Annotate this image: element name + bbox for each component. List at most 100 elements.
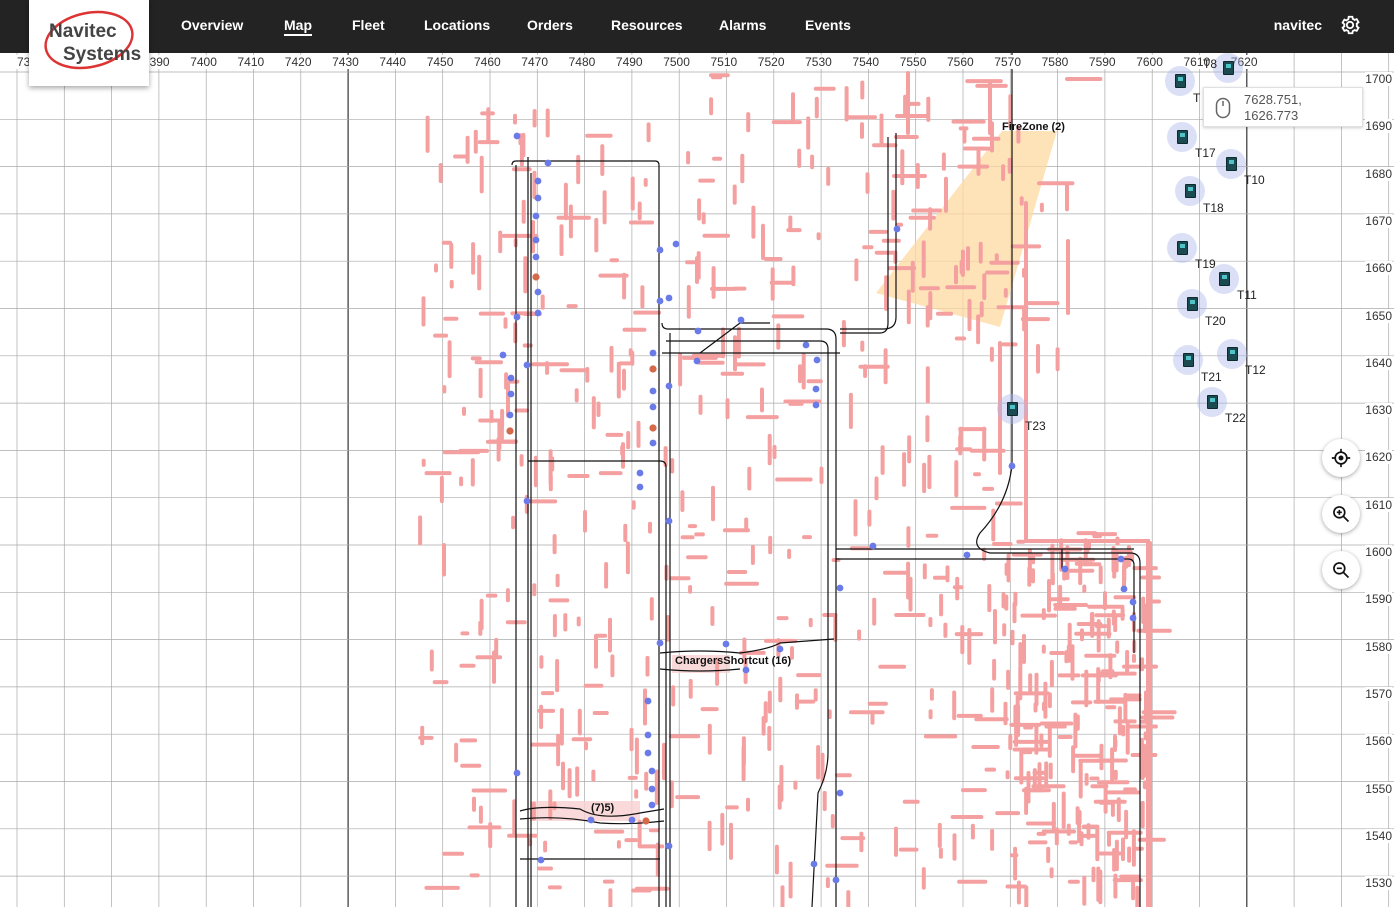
vehicle-marker[interactable] xyxy=(1167,122,1197,152)
waypoint-node[interactable] xyxy=(893,225,901,233)
waypoint-node[interactable] xyxy=(544,159,552,167)
waypoint-node[interactable] xyxy=(507,374,515,382)
waypoint-node[interactable] xyxy=(737,316,745,324)
vehicle-marker[interactable] xyxy=(1167,233,1197,263)
waypoint-node[interactable] xyxy=(1117,555,1125,563)
waypoint-node[interactable] xyxy=(836,789,844,797)
nav-locations[interactable]: Locations xyxy=(424,17,490,33)
nav-fleet[interactable]: Fleet xyxy=(352,17,385,33)
waypoint-node[interactable] xyxy=(644,697,652,705)
nav-events[interactable]: Events xyxy=(805,17,851,33)
waypoint-node[interactable] xyxy=(665,294,673,302)
waypoint-node[interactable] xyxy=(513,132,521,140)
waypoint-node[interactable] xyxy=(656,639,664,647)
vehicle-marker[interactable] xyxy=(1217,339,1247,369)
waypoint-node[interactable] xyxy=(832,876,840,884)
vehicle-marker[interactable] xyxy=(1197,387,1227,417)
x-tick-label: 7410 xyxy=(236,55,266,69)
waypoint-node[interactable] xyxy=(534,177,542,185)
waypoint-node[interactable] xyxy=(499,351,507,359)
vehicle-marker[interactable] xyxy=(1177,289,1207,319)
waypoint-node[interactable] xyxy=(523,497,531,505)
facility-map[interactable]: 7373707380739074007410742074307440745074… xyxy=(0,53,1394,907)
waypoint-node[interactable] xyxy=(523,361,531,369)
charger-node[interactable] xyxy=(506,427,514,435)
waypoint-node[interactable] xyxy=(836,584,844,592)
waypoint-node[interactable] xyxy=(1120,585,1128,593)
waypoint-node[interactable] xyxy=(649,403,657,411)
vehicle-marker[interactable] xyxy=(1173,345,1203,375)
waypoint-node[interactable] xyxy=(665,382,673,390)
waypoint-node[interactable] xyxy=(649,349,657,357)
waypoint-node[interactable] xyxy=(656,246,664,254)
waypoint-node[interactable] xyxy=(532,253,540,261)
waypoint-node[interactable] xyxy=(513,769,521,777)
waypoint-node[interactable] xyxy=(532,212,540,220)
waypoint-node[interactable] xyxy=(507,390,515,398)
navitec-logo[interactable]: Navitec Systems xyxy=(29,0,149,86)
vehicle-marker[interactable] xyxy=(1175,176,1205,206)
waypoint-node[interactable] xyxy=(810,860,818,868)
waypoint-node[interactable] xyxy=(1061,565,1069,573)
x-tick-label: 7490 xyxy=(614,55,644,69)
waypoint-node[interactable] xyxy=(649,439,657,447)
zone-label-charger-group[interactable]: (7)5) xyxy=(591,802,614,814)
waypoint-node[interactable] xyxy=(1129,598,1137,606)
waypoint-node[interactable] xyxy=(742,666,750,674)
waypoint-node[interactable] xyxy=(693,357,701,365)
waypoint-node[interactable] xyxy=(537,856,545,864)
waypoint-node[interactable] xyxy=(587,816,595,824)
charger-node[interactable] xyxy=(649,424,657,432)
nav-resources[interactable]: Resources xyxy=(611,17,683,33)
waypoint-node[interactable] xyxy=(636,483,644,491)
waypoint-node[interactable] xyxy=(1129,614,1137,622)
waypoint-node[interactable] xyxy=(812,401,820,409)
waypoint-node[interactable] xyxy=(813,356,821,364)
vehicle-marker[interactable] xyxy=(1216,149,1246,179)
waypoint-node[interactable] xyxy=(665,842,673,850)
waypoint-node[interactable] xyxy=(812,385,820,393)
waypoint-node[interactable] xyxy=(776,645,784,653)
vehicle-marker[interactable] xyxy=(1209,264,1239,294)
waypoint-node[interactable] xyxy=(648,785,656,793)
waypoint-node[interactable] xyxy=(672,240,680,248)
waypoint-node[interactable] xyxy=(644,749,652,757)
user-name[interactable]: navitec xyxy=(1274,17,1322,33)
waypoint-node[interactable] xyxy=(649,387,657,395)
waypoint-node[interactable] xyxy=(802,341,810,349)
waypoint-node[interactable] xyxy=(694,327,702,335)
waypoint-node[interactable] xyxy=(656,297,664,305)
waypoint-node[interactable] xyxy=(648,767,656,775)
nav-alarms[interactable]: Alarms xyxy=(719,17,766,33)
waypoint-node[interactable] xyxy=(869,542,877,550)
nav-overview[interactable]: Overview xyxy=(181,17,243,33)
waypoint-node[interactable] xyxy=(534,309,542,317)
zone-label-chargers-shortcut[interactable]: ChargersShortcut (16) xyxy=(675,655,791,667)
nav-map[interactable]: Map xyxy=(284,17,312,36)
waypoint-node[interactable] xyxy=(513,313,521,321)
vehicle-marker[interactable] xyxy=(997,394,1027,424)
waypoint-node[interactable] xyxy=(644,731,652,739)
waypoint-node[interactable] xyxy=(636,469,644,477)
vehicle-marker[interactable] xyxy=(1165,66,1195,96)
waypoint-node[interactable] xyxy=(665,517,673,525)
zone-label-firezone[interactable]: FireZone (2) xyxy=(1002,121,1065,133)
charger-node[interactable] xyxy=(642,817,650,825)
waypoint-node[interactable] xyxy=(648,801,656,809)
waypoint-node[interactable] xyxy=(532,236,540,244)
nav-orders[interactable]: Orders xyxy=(527,17,573,33)
gear-icon[interactable] xyxy=(1339,14,1361,36)
waypoint-node[interactable] xyxy=(506,411,514,419)
waypoint-node[interactable] xyxy=(722,640,730,648)
charger-node[interactable] xyxy=(532,273,540,281)
waypoint-node[interactable] xyxy=(628,816,636,824)
waypoint-node[interactable] xyxy=(534,288,542,296)
charger-node[interactable] xyxy=(649,365,657,373)
waypoint-node[interactable] xyxy=(963,551,971,559)
zoom-out-button[interactable] xyxy=(1322,551,1360,589)
zoom-in-button[interactable] xyxy=(1322,495,1360,533)
locate-button[interactable] xyxy=(1322,439,1360,477)
waypoint-node[interactable] xyxy=(534,194,542,202)
vehicle-marker[interactable] xyxy=(1213,53,1243,83)
waypoint-node[interactable] xyxy=(1008,462,1016,470)
